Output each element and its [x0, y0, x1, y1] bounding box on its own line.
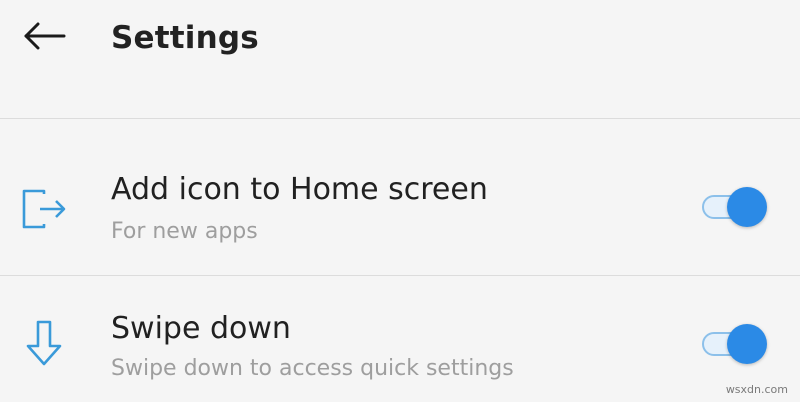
setting-title: Swipe down [111, 311, 291, 346]
back-button[interactable] [14, 14, 74, 60]
watermark: wsxdn.com [725, 383, 788, 396]
exit-to-app-icon [20, 188, 70, 234]
setting-title: Add icon to Home screen [111, 172, 488, 207]
setting-row-swipe-down[interactable]: Swipe down Swipe down to access quick se… [0, 276, 800, 402]
swipe-down-toggle[interactable] [700, 322, 770, 366]
setting-row-add-icon[interactable]: Add icon to Home screen For new apps [0, 119, 800, 275]
toggle-thumb [727, 324, 767, 364]
arrow-down-icon [24, 318, 64, 372]
setting-subtitle: Swipe down to access quick settings [111, 356, 514, 381]
add-icon-toggle[interactable] [700, 185, 770, 229]
toggle-thumb [727, 187, 767, 227]
settings-screen: Settings Add icon to Home screen For new… [0, 0, 800, 402]
page-title: Settings [111, 20, 259, 56]
setting-subtitle: For new apps [111, 219, 258, 244]
app-bar: Settings [0, 0, 800, 118]
arrow-left-icon [24, 22, 66, 50]
